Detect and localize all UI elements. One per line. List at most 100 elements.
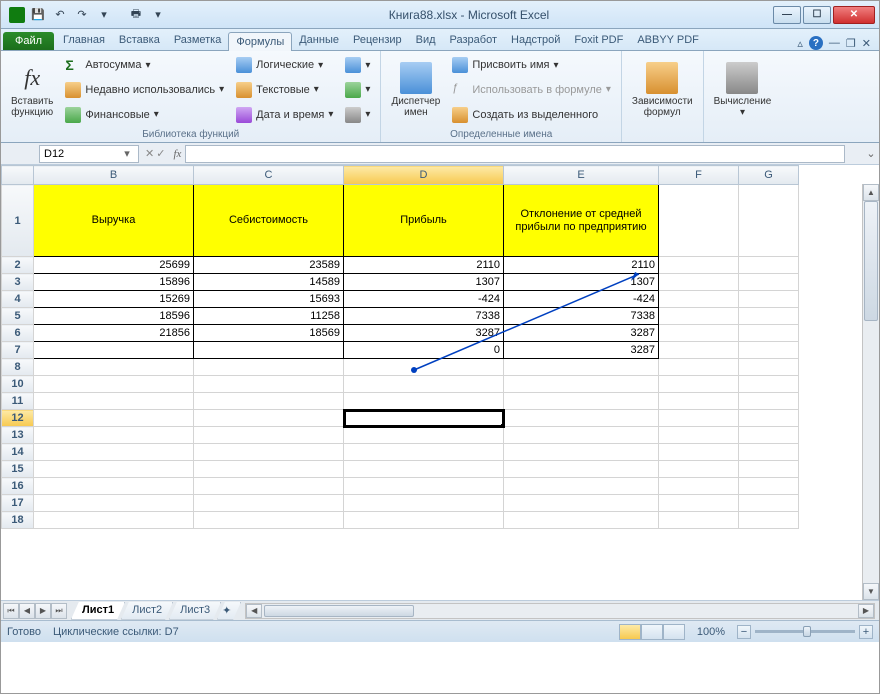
financial-button[interactable]: Финансовые ▾ (61, 105, 228, 125)
logical-button[interactable]: Логические ▾ (232, 55, 337, 75)
cell[interactable] (34, 495, 194, 512)
insert-function-button[interactable]: fx Вставитьфункцию (7, 53, 57, 127)
cell[interactable] (344, 359, 504, 376)
cell[interactable] (659, 274, 739, 291)
row-header[interactable]: 3 (2, 274, 34, 291)
cell[interactable]: 1307 (504, 274, 659, 291)
cell[interactable] (659, 495, 739, 512)
recent-button[interactable]: Недавно использовались ▾ (61, 80, 228, 100)
cell[interactable] (659, 359, 739, 376)
cell[interactable]: 2110 (344, 257, 504, 274)
cell[interactable] (194, 444, 344, 461)
cell[interactable]: 3287 (504, 342, 659, 359)
cell[interactable] (659, 512, 739, 529)
col-header[interactable]: F (659, 166, 739, 185)
lookup-button[interactable]: ▾ (341, 55, 374, 75)
page-layout-view-button[interactable] (641, 624, 663, 640)
hscroll-thumb[interactable] (264, 605, 414, 617)
tab-abbyy pdf[interactable]: ABBYY PDF (630, 31, 706, 50)
row-header[interactable]: 4 (2, 291, 34, 308)
col-header[interactable]: E (504, 166, 659, 185)
sheet-nav-last[interactable]: ⏭ (51, 603, 67, 619)
cell[interactable] (739, 291, 799, 308)
cell[interactable] (659, 342, 739, 359)
cell[interactable] (194, 495, 344, 512)
header-cell[interactable]: Выручка (34, 185, 194, 257)
cell[interactable] (739, 359, 799, 376)
cell[interactable] (739, 444, 799, 461)
cell[interactable] (504, 410, 659, 427)
zoom-in-button[interactable]: + (859, 625, 873, 639)
cell[interactable] (34, 342, 194, 359)
header-cell[interactable]: Себистоимость (194, 185, 344, 257)
cell[interactable] (504, 359, 659, 376)
col-header[interactable]: B (34, 166, 194, 185)
cell[interactable] (194, 410, 344, 427)
row-header[interactable]: 12 (2, 410, 34, 427)
cell[interactable]: 15269 (34, 291, 194, 308)
help-icon[interactable]: ? (809, 36, 823, 50)
sheet-tab[interactable]: Лист2 (121, 602, 173, 620)
cell[interactable] (34, 444, 194, 461)
cell[interactable]: 14589 (194, 274, 344, 291)
col-header[interactable]: C (194, 166, 344, 185)
cell[interactable] (344, 512, 504, 529)
doc-restore-icon[interactable]: ❐ (846, 37, 856, 50)
app-icon[interactable] (9, 7, 25, 23)
cell[interactable] (34, 393, 194, 410)
cell[interactable] (194, 359, 344, 376)
text-button[interactable]: Текстовые ▾ (232, 80, 337, 100)
cell[interactable] (504, 495, 659, 512)
cell[interactable] (344, 393, 504, 410)
sheet-tab[interactable]: Лист1 (71, 602, 125, 620)
row-header[interactable]: 6 (2, 325, 34, 342)
cell[interactable] (659, 308, 739, 325)
cell[interactable]: 11258 (194, 308, 344, 325)
cell[interactable]: 0 (344, 342, 504, 359)
horizontal-scrollbar[interactable]: ◀ ▶ (245, 603, 875, 619)
cell[interactable] (34, 478, 194, 495)
cell[interactable]: 2110 (504, 257, 659, 274)
cell[interactable] (659, 478, 739, 495)
row-header[interactable]: 16 (2, 478, 34, 495)
cell[interactable] (504, 393, 659, 410)
cell[interactable]: 3287 (504, 325, 659, 342)
cell[interactable] (194, 461, 344, 478)
cell[interactable] (659, 291, 739, 308)
sheet-tab[interactable]: Лист3 (169, 602, 221, 620)
cell[interactable] (659, 410, 739, 427)
cell[interactable]: 25699 (34, 257, 194, 274)
redo-icon[interactable]: ↷ (73, 6, 91, 24)
cell[interactable] (739, 342, 799, 359)
cell[interactable]: 21856 (34, 325, 194, 342)
name-box[interactable]: D12 ▾ (39, 145, 139, 163)
scroll-right-button[interactable]: ▶ (858, 604, 874, 618)
cell[interactable] (34, 359, 194, 376)
cell[interactable] (194, 478, 344, 495)
row-header[interactable]: 5 (2, 308, 34, 325)
cell[interactable] (504, 461, 659, 478)
tab-главная[interactable]: Главная (56, 31, 112, 50)
cell[interactable] (739, 512, 799, 529)
cell[interactable]: 7338 (344, 308, 504, 325)
cell[interactable] (739, 274, 799, 291)
calculation-button[interactable]: Вычисление▾ (710, 53, 776, 127)
sheet-nav-first[interactable]: ⏮ (3, 603, 19, 619)
header-cell[interactable]: Прибыль (344, 185, 504, 257)
qat-more-icon[interactable]: ▾ (95, 6, 113, 24)
tab-рецензир[interactable]: Рецензир (346, 31, 409, 50)
use-in-formula-button[interactable]: ƒИспользовать в формуле ▾ (448, 80, 615, 100)
define-name-button[interactable]: Присвоить имя ▾ (448, 55, 615, 75)
scroll-down-button[interactable]: ▼ (863, 583, 879, 600)
cell[interactable]: 1307 (344, 274, 504, 291)
maximize-button[interactable]: ☐ (803, 6, 831, 24)
cell[interactable] (504, 444, 659, 461)
qat-customize-icon[interactable]: ▾ (149, 6, 167, 24)
cell[interactable] (659, 461, 739, 478)
autosum-button[interactable]: ΣАвтосумма ▾ (61, 55, 228, 75)
name-manager-button[interactable]: Диспетчеримен (387, 53, 444, 127)
worksheet-area[interactable]: BCDEFG1ВыручкаСебистоимостьПрибыльОтклон… (1, 165, 879, 600)
row-header[interactable]: 1 (2, 185, 34, 257)
datetime-button[interactable]: Дата и время ▾ (232, 105, 337, 125)
close-button[interactable]: ✕ (833, 6, 875, 24)
